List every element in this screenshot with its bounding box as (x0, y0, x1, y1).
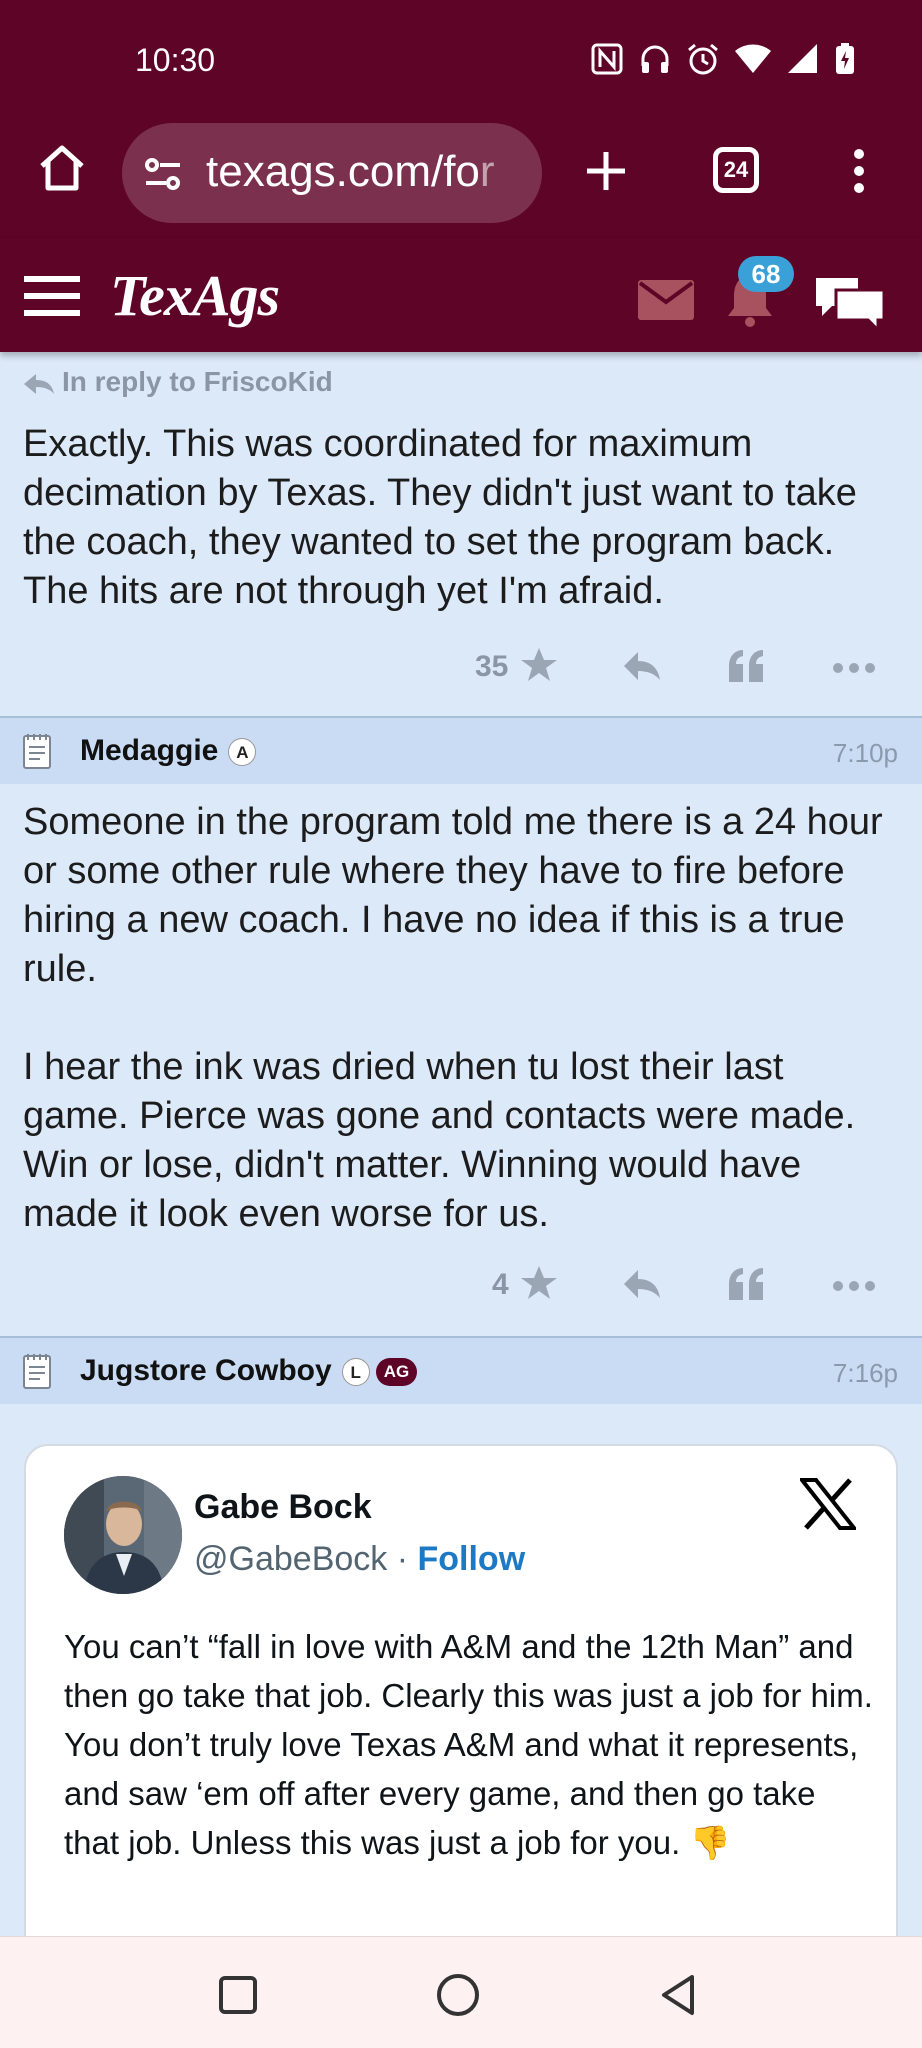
post-actions: 35 (0, 642, 922, 692)
ag-badge: AG (375, 1358, 418, 1387)
alarm-icon (688, 43, 718, 75)
post-jugstore-cowboy: Jugstore Cowboy L AG 7:16p Gabe Bock @Gabe… (0, 1336, 922, 1964)
quote-icon[interactable] (727, 1266, 765, 1302)
post-paragraph: Someone in the program told me there is … (23, 801, 883, 990)
reply-icon[interactable] (622, 1268, 662, 1300)
hamburger-menu-icon[interactable] (24, 274, 80, 318)
avatar-image (64, 1476, 182, 1594)
avatar[interactable] (64, 1476, 182, 1594)
follow-link[interactable]: Follow (418, 1540, 526, 1578)
reply-to-link[interactable]: In reply to FriscoKid (22, 366, 333, 398)
quote-icon[interactable] (727, 648, 765, 684)
tweet-handle: @GabeBock · Follow (194, 1540, 526, 1578)
status-time: 10:30 (135, 42, 216, 78)
tweet-text: You can’t “fall in love with A&M and the… (64, 1628, 873, 1861)
post-author[interactable]: Medaggie A (80, 734, 257, 768)
site-logo[interactable]: TexAgs (110, 262, 280, 329)
rank-badge: L (341, 1358, 370, 1387)
x-logo-icon[interactable] (800, 1478, 856, 1530)
post-time: 7:10p (832, 738, 898, 768)
post-body: Exactly. This was coordinated for maximu… (23, 423, 857, 612)
star-count: 4 (492, 1268, 509, 1301)
post-time: 7:16p (832, 1358, 898, 1388)
post-paragraph: I hear the ink was dried when tu lost th… (23, 1046, 856, 1235)
more-horiz-icon[interactable] (832, 662, 876, 674)
status-bar: 10:30 (0, 0, 922, 122)
back-icon[interactable] (658, 1973, 698, 2017)
wifi-icon (735, 44, 771, 73)
tweet-author-name[interactable]: Gabe Bock (194, 1488, 372, 1527)
post-author[interactable]: Jugstore Cowboy L AG (80, 1354, 418, 1388)
note-icon (23, 734, 51, 769)
more-vert-icon[interactable] (852, 148, 866, 194)
site-settings-icon[interactable] (142, 153, 184, 195)
browser-toolbar: texags.com/for 24 (0, 110, 922, 238)
system-nav-bar (0, 1936, 922, 2048)
nfc-icon (591, 43, 623, 75)
post-medaggie: Medaggie A 7:10p Someone in the program t… (0, 716, 922, 1336)
star-icon[interactable] (520, 1264, 558, 1302)
star-icon[interactable] (520, 646, 558, 684)
recent-apps-icon[interactable] (218, 1975, 258, 2015)
post-reply: In reply to FriscoKid Exactly. This was … (0, 352, 922, 716)
note-icon (23, 1354, 51, 1389)
home-icon[interactable] (36, 142, 88, 194)
post-header: Medaggie A 7:10p (0, 716, 922, 784)
post-actions: 4 (0, 1260, 922, 1310)
embedded-tweet[interactable]: Gabe Bock @GabeBock · Follow You can’t “… (24, 1444, 898, 1964)
battery-charging-icon (836, 43, 854, 74)
rank-badge: A (228, 738, 257, 767)
url-bar[interactable]: texags.com/for (122, 123, 542, 223)
status-icons (590, 42, 856, 76)
chat-icon[interactable] (812, 274, 888, 334)
signal-icon (788, 44, 817, 73)
reply-arrow-icon (24, 373, 54, 394)
tab-switcher-button[interactable]: 24 (713, 147, 759, 193)
star-count: 35 (475, 650, 509, 683)
more-horiz-icon[interactable] (832, 1280, 876, 1292)
headphones-icon (641, 45, 669, 73)
url-text: texags.com/for (206, 147, 495, 196)
home-nav-icon[interactable] (436, 1973, 480, 2017)
mail-icon[interactable] (638, 280, 694, 320)
notification-badge: 68 (738, 256, 794, 292)
reply-icon[interactable] (622, 650, 662, 682)
post-header: Jugstore Cowboy L AG 7:16p (0, 1336, 922, 1404)
post-body: Someone in the program told me there is … (0, 798, 922, 1239)
site-header: TexAgs 68 (0, 238, 922, 352)
new-tab-icon[interactable] (585, 150, 627, 192)
